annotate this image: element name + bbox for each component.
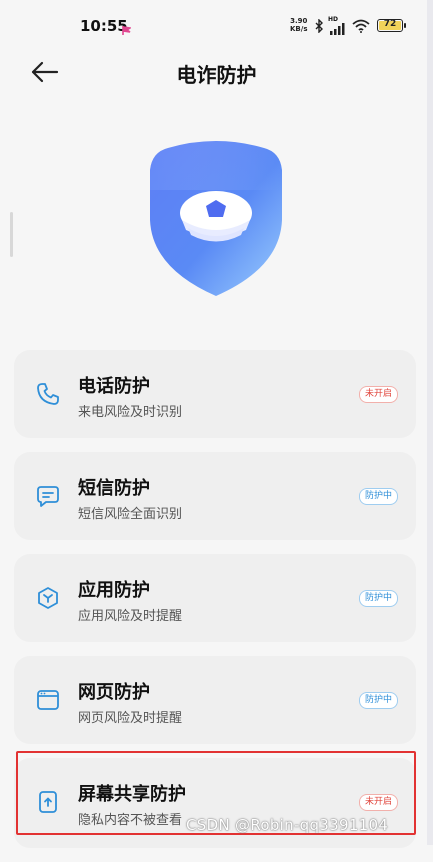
- shield-illustration-icon: [146, 140, 286, 298]
- scroll-indicator: [10, 212, 13, 257]
- window-edge: [427, 0, 433, 845]
- status-time: 10:55: [80, 17, 128, 35]
- battery-icon: 72: [377, 19, 406, 32]
- net-speed-value: 3.90: [290, 17, 308, 25]
- status-badge: 防护中: [358, 692, 398, 709]
- card-web-protection[interactable]: 网页防护 网页风险及时提醒 防护中: [14, 656, 416, 744]
- card-title: 网页防护: [78, 682, 150, 703]
- card-sms-protection[interactable]: 短信防护 短信风险全面识别 防护中: [14, 452, 416, 540]
- card-title: 电话防护: [78, 376, 150, 397]
- card-app-protection[interactable]: 应用防护 应用风险及时提醒 防护中: [14, 554, 416, 642]
- card-description: 来电风险及时识别: [78, 405, 183, 420]
- card-screen-share-protection[interactable]: 屏幕共享防护 隐私内容不被查看 未开启: [14, 758, 416, 848]
- signal-icon: [329, 20, 347, 39]
- card-title: 屏幕共享防护: [78, 784, 186, 805]
- notification-flag-icon: [122, 20, 133, 39]
- card-description: 隐私内容不被查看: [78, 813, 183, 828]
- browser-icon: [36, 688, 60, 712]
- card-description: 短信风险全面识别: [78, 507, 183, 522]
- bluetooth-icon: [314, 18, 324, 37]
- net-speed-unit: KB/s: [290, 25, 308, 33]
- app-icon: [36, 586, 60, 610]
- status-badge: 未开启: [358, 386, 398, 403]
- wifi-icon: [352, 18, 370, 37]
- phone-icon: [36, 382, 60, 406]
- status-badge: 防护中: [358, 488, 398, 505]
- message-icon: [36, 484, 60, 508]
- status-badge: 防护中: [358, 590, 398, 607]
- card-phone-protection[interactable]: 电话防护 来电风险及时识别 未开启: [14, 350, 416, 438]
- card-title: 短信防护: [78, 478, 150, 499]
- card-description: 网页风险及时提醒: [78, 711, 183, 726]
- protection-list: 电话防护 来电风险及时识别 未开启 短信防护 短信风险全面识别 防护中 应用防护…: [14, 350, 416, 862]
- status-badge: 未开启: [358, 794, 398, 811]
- card-title: 应用防护: [78, 580, 150, 601]
- network-speed: 3.90 KB/s: [290, 17, 307, 33]
- card-description: 应用风险及时提醒: [78, 609, 183, 624]
- app-header: 电诈防护: [0, 48, 433, 96]
- page-title: 电诈防护: [176, 63, 257, 87]
- watermark: CSDN @Robin-qq3391104: [186, 816, 389, 834]
- status-bar: 10:55 3.90 KB/s HD 72: [0, 0, 433, 48]
- battery-level: 72: [383, 19, 397, 29]
- screen-share-icon: [36, 790, 60, 814]
